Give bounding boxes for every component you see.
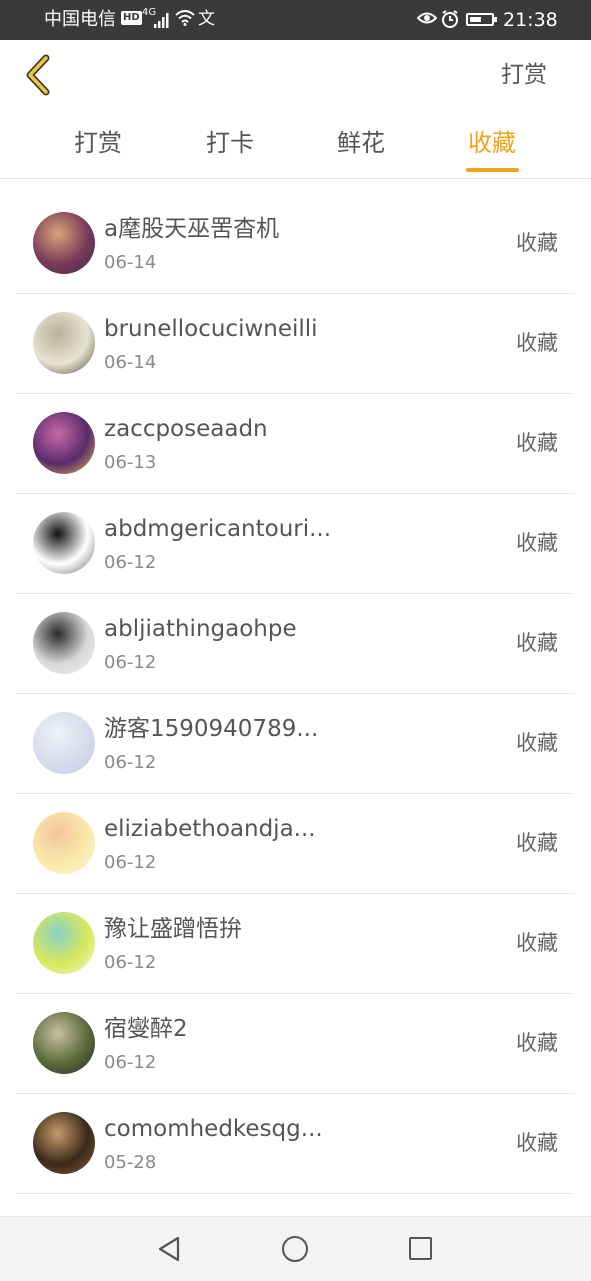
tab-favorites[interactable]: 收藏 [452, 126, 532, 160]
signal-icon [154, 13, 169, 28]
user-name: abdmgericantouri... [104, 516, 332, 542]
nav-home-icon[interactable] [282, 1236, 308, 1262]
item-date: 06-13 [104, 452, 157, 473]
list-item[interactable]: abdmgericantouri... 06-12 收藏 [16, 494, 574, 594]
item-action-label: 收藏 [516, 531, 558, 555]
item-date: 06-12 [104, 852, 157, 873]
item-action-label: 收藏 [516, 331, 558, 355]
translate-icon: 文 [198, 9, 215, 29]
active-tab-indicator [466, 168, 519, 172]
list-item[interactable]: 豫让盛蹭悟拚 06-12 收藏 [16, 894, 574, 994]
clock-time: 21:38 [503, 9, 558, 31]
tab-checkin[interactable]: 打卡 [190, 126, 270, 160]
item-date: 05-28 [104, 1152, 157, 1173]
avatar[interactable] [33, 612, 95, 674]
list-item[interactable]: zaccposeaadn 06-13 收藏 [16, 394, 574, 494]
back-chevron-icon[interactable] [20, 52, 60, 98]
item-date: 06-12 [104, 752, 157, 773]
favorites-list: a麾股天巫罟杳机 06-14 收藏 brunellocuciwneilli 06-14 收… [16, 194, 574, 1194]
avatar[interactable] [33, 712, 95, 774]
list-item[interactable]: eliziabethoandja... 06-12 收藏 [16, 794, 574, 894]
wifi-icon [175, 10, 195, 26]
alarm-icon [442, 10, 458, 28]
item-action-label: 收藏 [516, 231, 558, 255]
item-action-label: 收藏 [516, 431, 558, 455]
avatar[interactable] [33, 412, 95, 474]
avatar[interactable] [33, 1012, 95, 1074]
tab-flowers[interactable]: 鲜花 [321, 126, 401, 160]
avatar[interactable] [33, 512, 95, 574]
nav-recent-apps-icon[interactable] [409, 1237, 432, 1260]
item-action-label: 收藏 [516, 1131, 558, 1155]
user-name: 宿燮醉2 [104, 1016, 188, 1042]
list-item[interactable]: 宿燮醉2 06-12 收藏 [16, 994, 574, 1094]
item-action-label: 收藏 [516, 731, 558, 755]
avatar[interactable] [33, 912, 95, 974]
item-date: 06-12 [104, 652, 157, 673]
nav-back-icon[interactable] [156, 1235, 184, 1263]
battery-icon [466, 13, 497, 26]
system-nav-bar [0, 1216, 591, 1281]
hd-icon: HD [121, 11, 142, 25]
user-name: comomhedkesqg... [104, 1116, 323, 1142]
user-name: 豫让盛蹭悟拚 [104, 916, 242, 942]
user-name: 游客1590940789... [104, 716, 319, 742]
list-item[interactable]: comomhedkesqg... 05-28 收藏 [16, 1094, 574, 1194]
battery-level [470, 17, 481, 22]
list-item[interactable]: brunellocuciwneilli 06-14 收藏 [16, 294, 574, 394]
item-action-label: 收藏 [516, 831, 558, 855]
user-name: eliziabethoandja... [104, 816, 316, 842]
item-date: 06-12 [104, 1052, 157, 1073]
item-action-label: 收藏 [516, 1031, 558, 1055]
item-date: 06-14 [104, 352, 157, 373]
user-name: brunellocuciwneilli [104, 316, 318, 342]
item-action-label: 收藏 [516, 931, 558, 955]
avatar[interactable] [33, 812, 95, 874]
user-name: abljiathingaohpe [104, 616, 297, 642]
user-name: zaccposeaadn [104, 416, 268, 442]
item-date: 06-14 [104, 252, 157, 273]
reward-button[interactable]: 打赏 [501, 60, 547, 90]
item-action-label: 收藏 [516, 631, 558, 655]
avatar[interactable] [33, 312, 95, 374]
user-name: a麾股天巫罟杳机 [104, 216, 280, 242]
avatar[interactable] [33, 1112, 95, 1174]
tab-reward[interactable]: 打赏 [58, 126, 138, 160]
status-bar: 中国电信 HD 4G 文 21:38 [0, 0, 591, 40]
avatar[interactable] [33, 212, 95, 274]
item-date: 06-12 [104, 552, 157, 573]
list-item[interactable]: 游客1590940789... 06-12 收藏 [16, 694, 574, 794]
eye-icon [417, 12, 437, 24]
list-item[interactable]: abljiathingaohpe 06-12 收藏 [16, 594, 574, 694]
item-date: 06-12 [104, 952, 157, 973]
app-header: 打赏 [0, 40, 591, 110]
carrier-label: 中国电信 [44, 9, 116, 30]
tab-bar: 打赏 打卡 鲜花 收藏 [0, 110, 591, 179]
list-item[interactable]: a麾股天巫罟杳机 06-14 收藏 [16, 194, 574, 294]
